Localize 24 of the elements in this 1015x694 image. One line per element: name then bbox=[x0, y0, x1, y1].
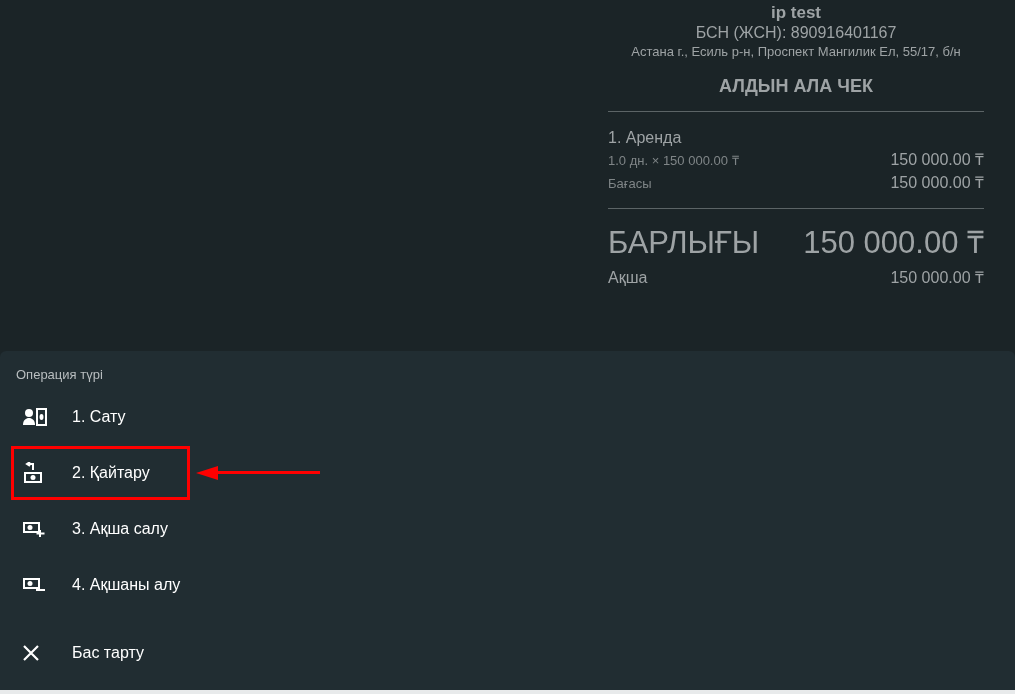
menu-item[interactable]: 4. Ақшаны алу bbox=[0, 557, 1015, 613]
total-label: БАРЛЫҒЫ bbox=[608, 225, 760, 261]
person-cash-icon bbox=[23, 408, 47, 426]
payment-amount: 150 000.00 ₸ bbox=[890, 268, 984, 288]
payment-label: Ақша bbox=[608, 269, 648, 287]
line-label: Бағасы bbox=[608, 176, 652, 191]
receipt-title: АЛДЫН АЛА ЧЕК bbox=[718, 75, 874, 97]
company-name: ip test bbox=[769, 3, 823, 23]
cash-plus-icon bbox=[23, 521, 45, 537]
close-icon bbox=[23, 645, 39, 661]
total-amount: 150 000.00 ₸ bbox=[803, 225, 984, 261]
item-name: 1. Аренда bbox=[608, 128, 683, 148]
menu-item[interactable]: 3. Ақша салу bbox=[0, 501, 1015, 557]
company-address: Астана г., Есиль р-н, Проспект Мангилик Ел, 55/17, б/н bbox=[630, 43, 962, 61]
sheet-title: Операция түрі bbox=[15, 366, 104, 384]
line-amount: 150 000.00 ₸ bbox=[890, 173, 984, 193]
cash-minus-icon bbox=[23, 577, 45, 593]
menu-item[interactable]: 2. Қайтару bbox=[0, 445, 1015, 501]
tax-id: БСН (ЖСН): 890916401167 bbox=[694, 23, 898, 43]
line-label: 1.0 дн. × 150 000.00 ₸ bbox=[608, 152, 739, 169]
menu-item[interactable]: 1. Сату bbox=[0, 389, 1015, 445]
cash-return-icon bbox=[23, 462, 43, 484]
menu-item[interactable]: Бас тарту bbox=[0, 625, 1015, 681]
line-amount: 150 000.00 ₸ bbox=[890, 150, 984, 170]
